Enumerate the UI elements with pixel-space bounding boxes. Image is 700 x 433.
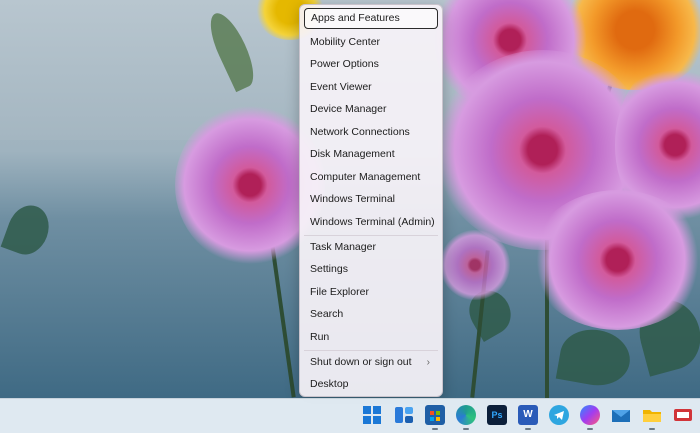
menu-item-device-manager[interactable]: Device Manager (304, 99, 438, 120)
wallpaper-leaf (0, 199, 56, 261)
running-indicator (432, 428, 438, 430)
menu-item-windows-terminal[interactable]: Windows Terminal (304, 189, 438, 210)
menu-item-mobility-center[interactable]: Mobility Center (304, 32, 438, 53)
menu-item-label: Shut down or sign out (310, 356, 412, 368)
menu-item-search[interactable]: Search (304, 304, 438, 325)
photoshop-icon[interactable]: Ps (487, 405, 507, 425)
file-explorer-icon[interactable] (642, 405, 662, 425)
menu-item-computer-management[interactable]: Computer Management (304, 167, 438, 188)
menu-item-disk-management[interactable]: Disk Management (304, 144, 438, 165)
menu-separator (304, 235, 438, 236)
running-indicator (649, 428, 655, 430)
menu-item-settings[interactable]: Settings (304, 259, 438, 280)
telegram-icon[interactable] (549, 405, 569, 425)
menu-item-event-viewer[interactable]: Event Viewer (304, 77, 438, 98)
menu-item-apps-and-features[interactable]: Apps and Features (304, 8, 438, 29)
menu-item-desktop[interactable]: Desktop (304, 374, 438, 395)
wallpaper-flower (440, 230, 510, 300)
taskbar: Ps W (0, 398, 700, 433)
running-indicator (525, 428, 531, 430)
wallpaper-leaf (555, 324, 635, 391)
menu-item-task-manager[interactable]: Task Manager (304, 237, 438, 258)
menu-separator (304, 350, 438, 351)
menu-item-power-options[interactable]: Power Options (304, 54, 438, 75)
menu-item-run[interactable]: Run (304, 327, 438, 348)
word-icon[interactable]: W (518, 405, 538, 425)
running-indicator (587, 428, 593, 430)
menu-item-network-connections[interactable]: Network Connections (304, 122, 438, 143)
messenger-icon[interactable] (580, 405, 600, 425)
edge-icon[interactable] (456, 405, 476, 425)
store-icon[interactable] (425, 405, 445, 425)
start-icon[interactable] (362, 405, 382, 425)
presentation-icon[interactable] (673, 405, 693, 425)
menu-item-windows-terminal-admin[interactable]: Windows Terminal (Admin) (304, 212, 438, 233)
menu-item-file-explorer[interactable]: File Explorer (304, 282, 438, 303)
quick-link-menu: Apps and Features Mobility Center Power … (299, 4, 443, 397)
widgets-icon[interactable] (394, 405, 414, 425)
wallpaper-flower (530, 190, 700, 330)
mail-icon[interactable] (611, 405, 631, 425)
chevron-right-icon: › (426, 357, 430, 368)
running-indicator (463, 428, 469, 430)
menu-item-shut-down-or-sign-out[interactable]: Shut down or sign out › (304, 352, 438, 373)
